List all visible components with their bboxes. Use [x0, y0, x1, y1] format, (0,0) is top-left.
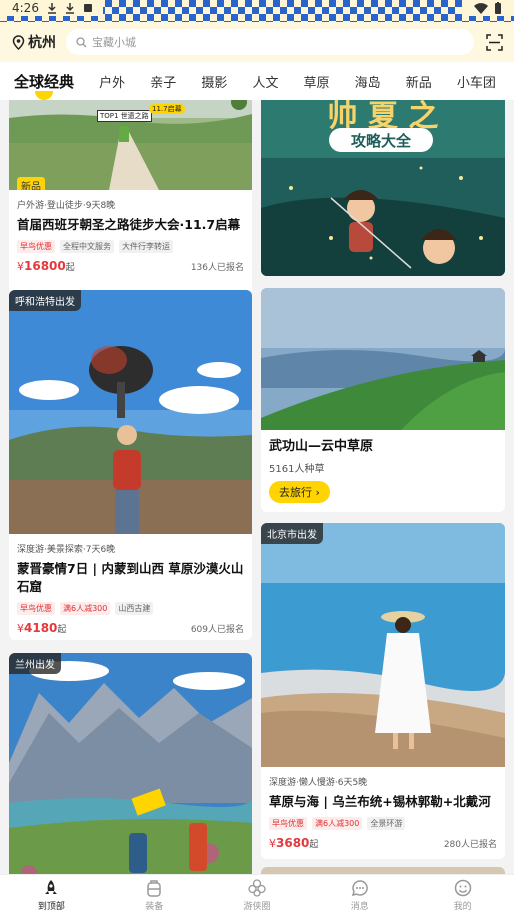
guide-poster-card[interactable]: 帅 夏 之 攻略大全	[261, 100, 505, 276]
trip-meta: 深度游·懒人慢游·6天5晚	[269, 778, 368, 788]
nav-to-top[interactable]: 到顶部	[0, 875, 103, 915]
trip-card-image: 兰州出发	[9, 653, 252, 874]
trip-card-image	[261, 867, 505, 874]
promo-badge: 早鸟优惠	[17, 240, 55, 253]
new-badge: 新品	[17, 177, 45, 190]
guide-poster-label: 攻略大全	[329, 128, 433, 152]
top-bar: 杭州 宝藏小城	[0, 22, 514, 62]
destination-title: 武功山—云中草原	[269, 439, 374, 454]
tab-culture[interactable]: 人文	[252, 72, 278, 91]
promo-badge: 早鸟优惠	[269, 817, 307, 830]
status-time: 4:26	[12, 1, 39, 15]
smile-icon	[454, 879, 471, 896]
battery-icon	[495, 2, 501, 14]
tab-grassland[interactable]: 草原	[304, 72, 330, 91]
destination-image	[261, 288, 505, 430]
promo-badge: 早鸟优惠	[17, 602, 55, 615]
trip-card[interactable]: 呼和浩特出发 深度游·美景探索·7天6晚 蒙晋豪情7日 | 内蒙到山西 草原沙漠…	[9, 290, 252, 640]
departure-tag: 北京市出发	[261, 523, 323, 544]
promo-badge: 满6人减300	[312, 817, 363, 830]
nav-label: 我的	[453, 901, 472, 912]
location-pin-icon	[12, 34, 25, 50]
tab-family[interactable]: 亲子	[150, 72, 176, 91]
nav-profile[interactable]: 我的	[411, 875, 514, 915]
tab-small-group[interactable]: 小车团	[457, 72, 496, 91]
trip-title: 蒙晋豪情7日 | 内蒙到山西 草原沙漠火山石窟	[17, 561, 244, 594]
tab-global-classic[interactable]: 全球经典	[14, 71, 74, 100]
trip-title: 草原与海 | 乌兰布统+锡林郭勒+北戴河	[269, 794, 491, 809]
feature-badge: 全程中文服务	[60, 240, 114, 253]
trip-card[interactable]: 北京市出发 深度游·懒人慢游·6天5晚 草原与海 | 乌兰布统+锡林郭勒+北戴河…	[261, 523, 505, 859]
trip-meta: 深度游·美景探索·7天6晚	[17, 545, 116, 555]
search-icon	[76, 36, 87, 47]
trip-card-image: 北京市出发	[261, 523, 505, 767]
nav-messages[interactable]: 消息	[308, 875, 411, 915]
status-right	[462, 0, 514, 16]
trip-price: ¥4180起	[17, 621, 67, 635]
nav-label: 到顶部	[37, 901, 65, 912]
departure-tag: 呼和浩特出发	[9, 290, 81, 311]
trip-feed: TOP1 世遗之路 11.7启幕 新品 户外游·登山徒步·9天8晚 首届西班牙朝…	[0, 100, 514, 874]
trip-badges: 早鸟优惠 满6人减300 山西古建	[9, 596, 252, 615]
flower-icon	[248, 878, 266, 897]
chat-icon	[351, 879, 368, 896]
tab-photography[interactable]: 摄影	[201, 72, 227, 91]
trip-card[interactable]	[261, 867, 505, 874]
rocket-icon	[45, 879, 58, 894]
download-icon	[47, 2, 56, 14]
price-row: ¥16800起 136人已报名	[9, 253, 252, 273]
image-caption: TOP1 世遗之路	[97, 110, 152, 122]
nav-label: 装备	[145, 901, 164, 912]
price-row: ¥3680起 280人已报名	[261, 830, 505, 850]
search-input[interactable]: 宝藏小城	[66, 29, 474, 55]
app-icon	[83, 4, 92, 12]
trip-badges: 早鸟优惠 满6人减300 全景环游	[261, 811, 505, 830]
tab-new[interactable]: 新品	[406, 72, 432, 91]
tab-island[interactable]: 海岛	[355, 72, 381, 91]
scan-icon	[486, 33, 503, 51]
city-name: 杭州	[28, 35, 56, 51]
price-row: ¥4180起 609人已报名	[9, 615, 252, 635]
signup-count: 609人已报名	[190, 625, 244, 635]
trip-card[interactable]: 兰州出发	[9, 653, 252, 874]
trip-price: ¥3680起	[269, 836, 319, 850]
signup-count: 136人已报名	[190, 263, 244, 273]
image-caption: 11.7启幕	[149, 104, 185, 114]
trip-badges: 早鸟优惠 全程中文服务 大件行李转运	[9, 234, 252, 253]
trip-card-image: 呼和浩特出发	[9, 290, 252, 534]
go-travel-button[interactable]: 去旅行 ›	[269, 481, 330, 503]
trip-title: 首届西班牙朝圣之路徒步大会·11.7启幕	[17, 217, 241, 232]
nav-label: 游侠圈	[243, 901, 271, 912]
departure-tag: 兰州出发	[9, 653, 61, 674]
city-selector[interactable]: 杭州	[12, 32, 56, 52]
feature-badge: 全景环游	[367, 817, 406, 830]
search-placeholder: 宝藏小城	[92, 36, 136, 49]
status-bar: 4:26	[0, 0, 514, 22]
nav-ranger-circle[interactable]: 游侠圈	[206, 875, 309, 915]
category-tabs: 全球经典 户外 亲子 摄影 人文 草原 海岛 新品 小车团	[0, 62, 514, 100]
nav-gear[interactable]: 装备	[103, 875, 206, 915]
destination-meta: 5161人种草	[269, 464, 325, 475]
destination-card[interactable]: 武功山—云中草原 5161人种草 去旅行 ›	[261, 288, 505, 512]
download-icon	[65, 2, 74, 14]
promo-badge: 满6人减300	[60, 602, 111, 615]
trip-card-image: TOP1 世遗之路 11.7启幕 新品	[9, 100, 252, 190]
trip-price: ¥16800起	[17, 259, 75, 273]
guide-poster-image: 帅 夏 之	[261, 100, 505, 276]
status-left: 4:26	[0, 0, 103, 16]
signup-count: 280人已报名	[443, 840, 497, 850]
nav-label: 消息	[350, 901, 369, 912]
wifi-icon	[474, 2, 488, 14]
scan-button[interactable]	[486, 33, 503, 51]
bottom-navigation: 到顶部 装备 游侠圈 消息 我的	[0, 874, 514, 915]
tab-outdoor[interactable]: 户外	[99, 72, 125, 91]
feature-badge: 大件行李转运	[119, 240, 173, 253]
trip-meta: 户外游·登山徒步·9天8晚	[17, 201, 116, 211]
backpack-icon	[147, 879, 161, 897]
feature-badge: 山西古建	[115, 602, 154, 615]
